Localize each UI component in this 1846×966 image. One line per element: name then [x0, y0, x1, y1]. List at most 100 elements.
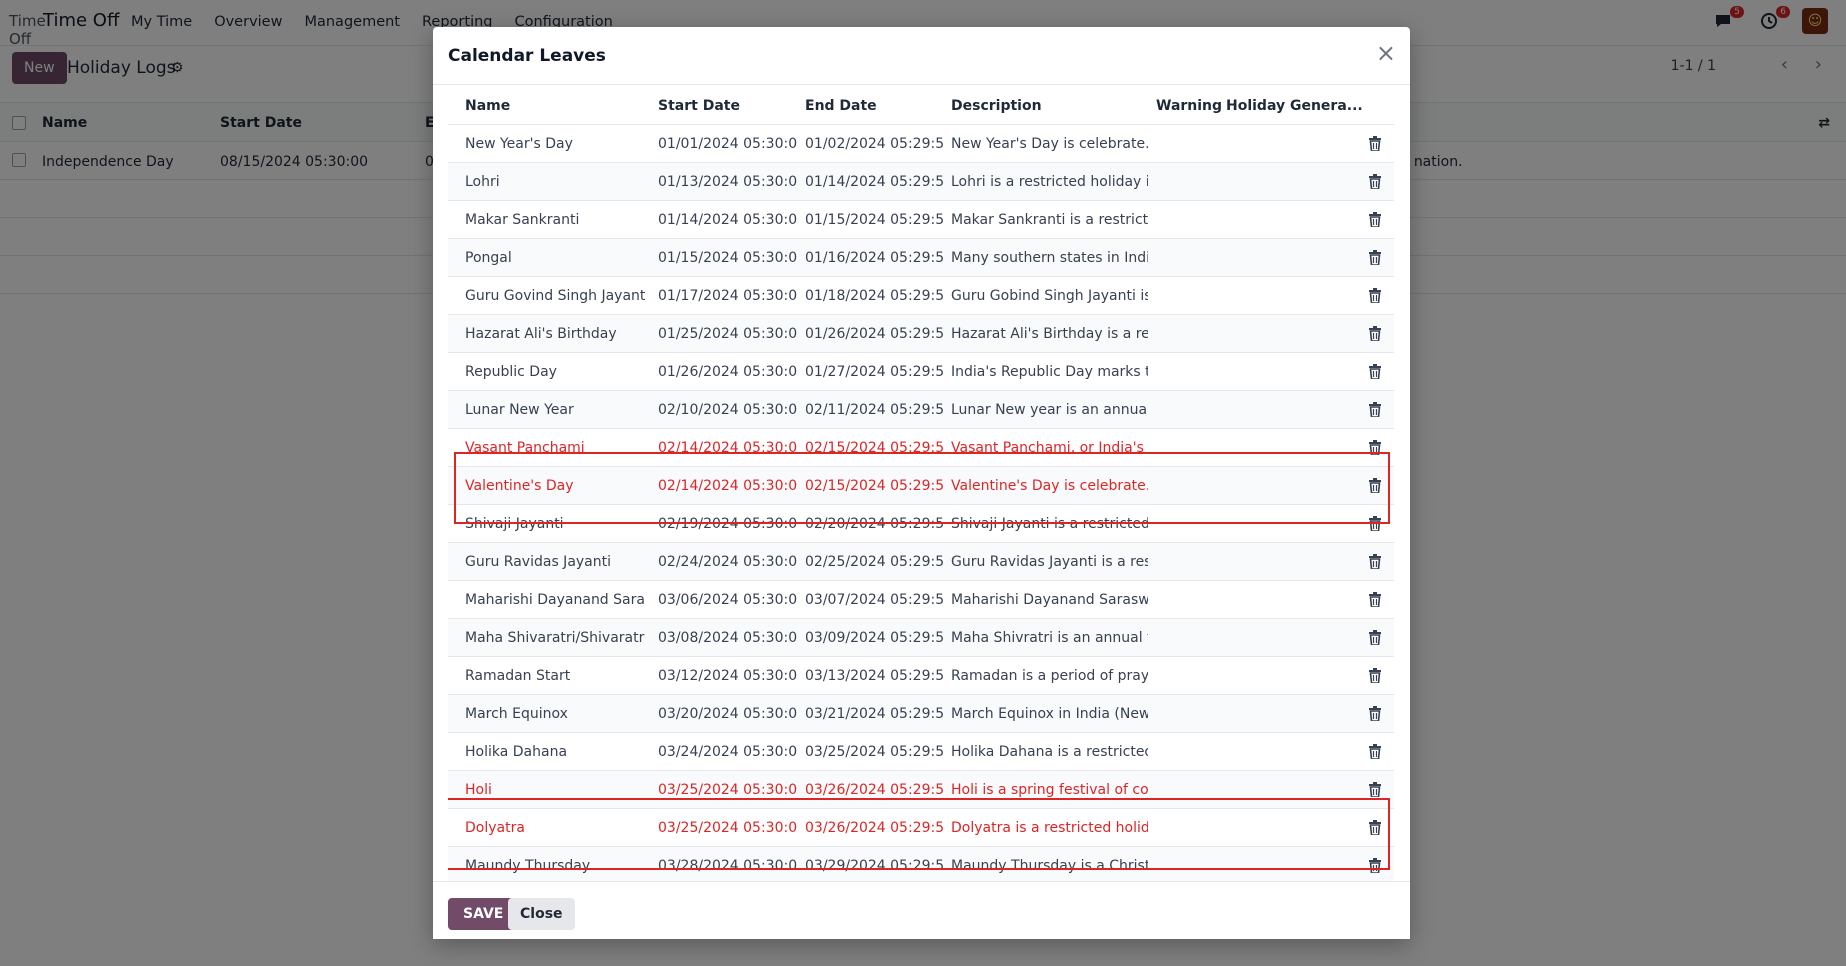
cell-start-date[interactable]: 03/24/2024 05:30:00 [658, 744, 798, 760]
cell-description[interactable]: Holi is a spring festival of col... [951, 782, 1148, 798]
cell-name[interactable]: Maha Shivaratri/Shivaratri [465, 630, 645, 646]
table-row[interactable]: Maharishi Dayanand Saras... 03/06/2024 05… [448, 581, 1394, 619]
cell-name[interactable]: Guru Ravidas Jayanti [465, 554, 645, 570]
trash-icon[interactable] [1368, 668, 1382, 683]
cell-end-date[interactable]: 01/27/2024 05:29:59 [805, 364, 945, 380]
cell-description[interactable]: Many southern states in Indi... [951, 250, 1148, 266]
cell-name[interactable]: Lohri [465, 174, 645, 190]
trash-icon[interactable] [1368, 212, 1382, 227]
cell-start-date[interactable]: 01/26/2024 05:30:00 [658, 364, 798, 380]
cell-start-date[interactable]: 01/25/2024 05:30:00 [658, 326, 798, 342]
cell-end-date[interactable]: 02/11/2024 05:29:59 [805, 402, 945, 418]
table-row[interactable]: Republic Day 01/26/2024 05:30:00 01/27/202… [448, 353, 1394, 391]
cell-start-date[interactable]: 02/14/2024 05:30:00 [658, 440, 798, 456]
cell-description[interactable]: Maharishi Dayanand Sarasw... [951, 592, 1148, 608]
table-row[interactable]: Pongal 01/15/2024 05:30:00 01/16/2024 05:2… [448, 239, 1394, 277]
cell-name[interactable]: Holika Dahana [465, 744, 645, 760]
cell-description[interactable]: Guru Ravidas Jayanti is a res... [951, 554, 1148, 570]
cell-name[interactable]: Pongal [465, 250, 645, 266]
trash-icon[interactable] [1368, 744, 1382, 759]
trash-icon[interactable] [1368, 402, 1382, 417]
cell-start-date[interactable]: 01/14/2024 05:30:00 [658, 212, 798, 228]
cell-start-date[interactable]: 02/24/2024 05:30:00 [658, 554, 798, 570]
cell-name[interactable]: New Year's Day [465, 136, 645, 152]
trash-icon[interactable] [1368, 326, 1382, 341]
cell-name[interactable]: Republic Day [465, 364, 645, 380]
col-description[interactable]: Description [951, 98, 1042, 114]
cell-end-date[interactable]: 03/07/2024 05:29:59 [805, 592, 945, 608]
trash-icon[interactable] [1368, 288, 1382, 303]
cell-description[interactable]: Maundy Thursday is a Christi... [951, 858, 1148, 874]
table-row[interactable]: March Equinox 03/20/2024 05:30:00 03/21/20… [448, 695, 1394, 733]
table-row[interactable]: Lohri 01/13/2024 05:30:00 01/14/2024 05:29… [448, 163, 1394, 201]
table-row[interactable]: Shivaji Jayanti 02/19/2024 05:30:00 02/20/… [448, 505, 1394, 543]
cell-start-date[interactable]: 03/12/2024 05:30:00 [658, 668, 798, 684]
col-holiday-generator[interactable]: Holiday Genera... [1226, 98, 1363, 114]
cell-end-date[interactable]: 01/26/2024 05:29:59 [805, 326, 945, 342]
table-row[interactable]: Maundy Thursday 03/28/2024 05:30:00 03/29/… [448, 847, 1394, 885]
table-row[interactable]: Hazarat Ali's Birthday 01/25/2024 05:30:0… [448, 315, 1394, 353]
cell-end-date[interactable]: 02/20/2024 05:29:59 [805, 516, 945, 532]
cell-start-date[interactable]: 02/19/2024 05:30:00 [658, 516, 798, 532]
cell-start-date[interactable]: 01/01/2024 05:30:00 [658, 136, 798, 152]
col-warning[interactable]: Warning [1156, 98, 1222, 114]
cell-end-date[interactable]: 02/15/2024 05:29:59 [805, 478, 945, 494]
cell-description[interactable]: Holika Dahana is a restricted... [951, 744, 1148, 760]
cell-end-date[interactable]: 02/25/2024 05:29:59 [805, 554, 945, 570]
table-row[interactable]: Dolyatra 03/25/2024 05:30:00 03/26/2024 05… [448, 809, 1394, 847]
cell-name[interactable]: Makar Sankranti [465, 212, 645, 228]
cell-description[interactable]: Hazarat Ali's Birthday is a re... [951, 326, 1148, 342]
cell-end-date[interactable]: 03/09/2024 05:29:59 [805, 630, 945, 646]
cell-start-date[interactable]: 01/17/2024 05:30:00 [658, 288, 798, 304]
trash-icon[interactable] [1368, 174, 1382, 189]
cell-start-date[interactable]: 03/08/2024 05:30:00 [658, 630, 798, 646]
trash-icon[interactable] [1368, 706, 1382, 721]
table-row[interactable]: Holika Dahana 03/24/2024 05:30:00 03/25/20… [448, 733, 1394, 771]
cell-name[interactable]: Holi [465, 782, 645, 798]
cell-start-date[interactable]: 01/13/2024 05:30:00 [658, 174, 798, 190]
cell-description[interactable]: Guru Gobind Singh Jayanti is... [951, 288, 1148, 304]
cell-description[interactable]: Maha Shivratri is an annual f... [951, 630, 1148, 646]
trash-icon[interactable] [1368, 630, 1382, 645]
table-row[interactable]: Holi 03/25/2024 05:30:00 03/26/2024 05:29:… [448, 771, 1394, 809]
cell-name[interactable]: Dolyatra [465, 820, 645, 836]
cell-name[interactable]: March Equinox [465, 706, 645, 722]
table-row[interactable]: Maha Shivaratri/Shivaratri 03/08/2024 05:… [448, 619, 1394, 657]
cell-end-date[interactable]: 01/16/2024 05:29:59 [805, 250, 945, 266]
cell-start-date[interactable]: 03/25/2024 05:30:00 [658, 820, 798, 836]
cell-end-date[interactable]: 03/13/2024 05:29:59 [805, 668, 945, 684]
cell-description[interactable]: March Equinox in India (New... [951, 706, 1148, 722]
trash-icon[interactable] [1368, 516, 1382, 531]
cell-name[interactable]: Valentine's Day [465, 478, 645, 494]
cell-end-date[interactable]: 03/25/2024 05:29:59 [805, 744, 945, 760]
cell-start-date[interactable]: 03/20/2024 05:30:00 [658, 706, 798, 722]
cell-end-date[interactable]: 03/26/2024 05:29:59 [805, 820, 945, 836]
cell-start-date[interactable]: 03/25/2024 05:30:00 [658, 782, 798, 798]
cell-name[interactable]: Maharishi Dayanand Saras... [465, 592, 645, 608]
cell-end-date[interactable]: 01/14/2024 05:29:59 [805, 174, 945, 190]
col-end-date[interactable]: End Date [805, 98, 877, 114]
cell-name[interactable]: Hazarat Ali's Birthday [465, 326, 645, 342]
cell-description[interactable]: New Year's Day is celebrate... [951, 136, 1148, 152]
cell-description[interactable]: Lohri is a restricted holiday i... [951, 174, 1148, 190]
table-row[interactable]: Guru Ravidas Jayanti 02/24/2024 05:30:00 0… [448, 543, 1394, 581]
cell-name[interactable]: Shivaji Jayanti [465, 516, 645, 532]
close-button[interactable]: Close [508, 898, 575, 930]
cell-end-date[interactable]: 02/15/2024 05:29:59 [805, 440, 945, 456]
cell-description[interactable]: Makar Sankranti is a restrict... [951, 212, 1148, 228]
trash-icon[interactable] [1368, 440, 1382, 455]
trash-icon[interactable] [1368, 592, 1382, 607]
cell-name[interactable]: Maundy Thursday [465, 858, 645, 874]
table-row[interactable]: Guru Govind Singh Jayanti 01/17/2024 05:3… [448, 277, 1394, 315]
trash-icon[interactable] [1368, 364, 1382, 379]
trash-icon[interactable] [1368, 858, 1382, 873]
trash-icon[interactable] [1368, 820, 1382, 835]
cell-description[interactable]: Lunar New year is an annual ... [951, 402, 1148, 418]
table-row[interactable]: Ramadan Start 03/12/2024 05:30:00 03/13/20… [448, 657, 1394, 695]
cell-start-date[interactable]: 02/14/2024 05:30:00 [658, 478, 798, 494]
cell-name[interactable]: Guru Govind Singh Jayanti [465, 288, 645, 304]
close-icon[interactable]: × [1376, 41, 1396, 65]
table-row[interactable]: Valentine's Day 02/14/2024 05:30:00 02/15/… [448, 467, 1394, 505]
col-name[interactable]: Name [465, 98, 510, 114]
col-start-date[interactable]: Start Date [658, 98, 740, 114]
